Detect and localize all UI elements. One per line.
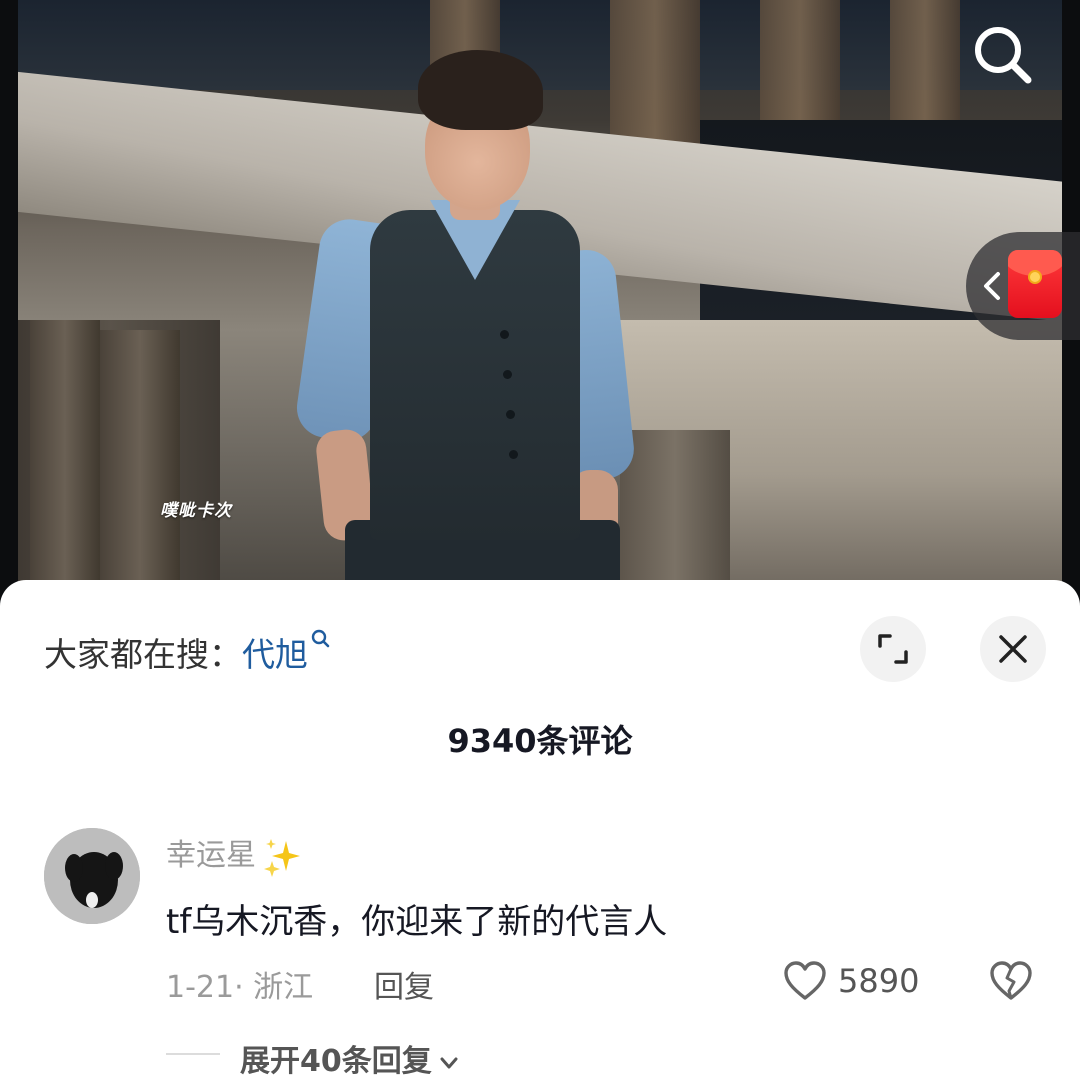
username-text: 幸运星 [166, 838, 256, 873]
comment-text[interactable]: tf乌木沉香，你迎来了新的代言人 [166, 894, 667, 943]
video-bg-pillar [620, 430, 730, 600]
reply-button[interactable]: 回复 [374, 962, 434, 1006]
app-screen: 噗呲卡次 大家都在搜：代旭 9340条评论 幸运星 tf乌木沉香，你迎来了新的代… [0, 0, 1080, 1080]
video-bg-door [30, 320, 100, 600]
video-letterbox-left [0, 0, 18, 600]
red-packet-icon[interactable] [1008, 250, 1062, 318]
hot-search-keyword[interactable]: 代旭 [242, 635, 308, 674]
dog-avatar-image [44, 828, 140, 924]
comment-sheet: 大家都在搜：代旭 9340条评论 幸运星 tf乌木沉香，你迎来了新的代言人 1-… [0, 580, 1080, 1080]
avatar[interactable] [44, 828, 140, 924]
broken-heart-icon[interactable] [988, 960, 1034, 1002]
red-packet-coin [1028, 270, 1042, 284]
vest-button [503, 370, 512, 379]
chevron-down-icon [440, 1057, 458, 1068]
video-person [293, 50, 637, 600]
video-watermark: 噗呲卡次 [160, 501, 232, 521]
video-player[interactable]: 噗呲卡次 [0, 0, 1080, 600]
comment-date-location: 1-21· 浙江 [166, 970, 314, 1005]
expand-replies-button[interactable]: 展开40条回复 [240, 1036, 460, 1080]
comment-username[interactable]: 幸运星 [166, 830, 302, 877]
search-icon [311, 629, 330, 648]
fullscreen-button[interactable] [860, 616, 926, 682]
hot-search-prefix: 大家都在搜： [44, 635, 242, 674]
chevron-left-icon[interactable] [978, 266, 1004, 306]
hot-search-bar[interactable]: 大家都在搜：代旭 [44, 628, 332, 676]
video-bg-door [100, 330, 180, 600]
heart-icon [784, 961, 826, 1000]
vest-button [509, 450, 518, 459]
search-button[interactable] [968, 20, 1038, 90]
person-hair [418, 50, 543, 130]
comment-count: 9340条评论 [447, 722, 633, 760]
like-count: 5890 [838, 962, 920, 1000]
sparkle-icon [264, 838, 300, 877]
expand-replies-label: 展开40条回复 [240, 1044, 432, 1079]
expand-divider [166, 1053, 220, 1055]
vest-button [506, 410, 515, 419]
search-icon [975, 27, 1032, 84]
close-icon [999, 635, 1027, 663]
close-button[interactable] [980, 616, 1046, 682]
expand-icon [878, 634, 908, 664]
vest-button [500, 330, 509, 339]
